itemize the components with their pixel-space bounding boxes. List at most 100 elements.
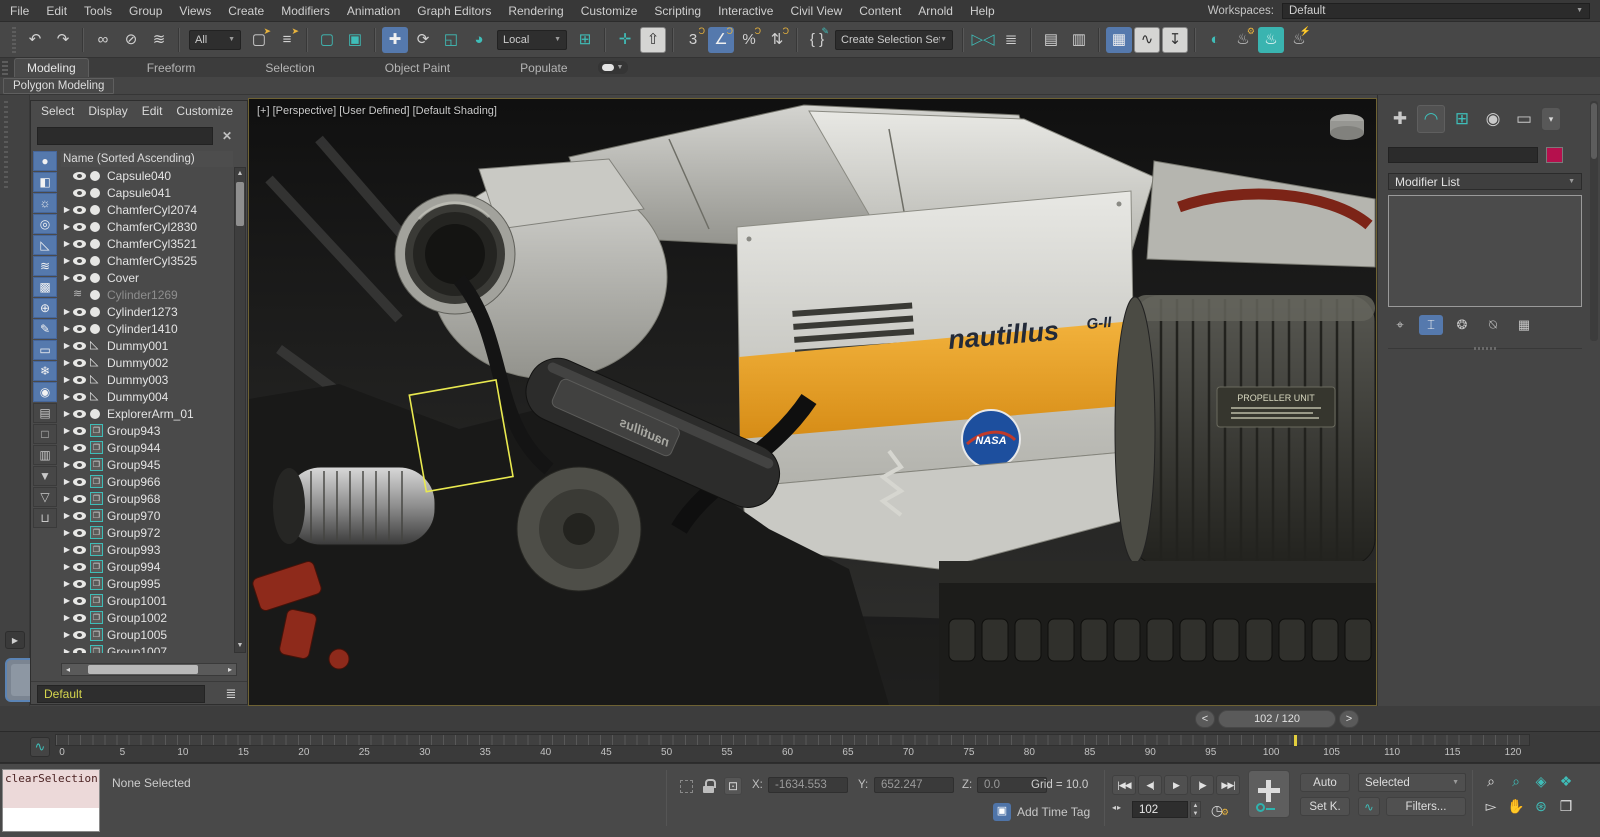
expand-arrow-icon[interactable]: ▶ [61,222,73,231]
visibility-eye-icon[interactable] [73,580,86,588]
object-list-item[interactable]: ▶❐Group943 [61,422,233,439]
field-of-view-button[interactable]: ▻ [1480,795,1502,817]
menu-edit[interactable]: Edit [46,4,67,18]
named-selection-set-dropdown[interactable]: Create Selection Set▼ [835,30,953,50]
tab-object-paint[interactable]: Object Paint [373,59,462,77]
key-filters-curve-button[interactable]: ∿ [1358,797,1380,816]
select-and-place-button[interactable]: ◕ [466,27,492,53]
expand-arrow-icon[interactable]: ▶ [61,273,73,282]
explorer-menu-edit[interactable]: Edit [142,104,163,118]
visibility-eye-icon[interactable] [73,546,86,554]
timeline-ruler[interactable]: 0510152025303540455055606570758085909510… [55,734,1530,762]
select-and-scale-button[interactable]: ◱ [438,27,464,53]
visibility-eye-icon[interactable] [73,461,86,469]
menu-arnold[interactable]: Arnold [918,4,953,18]
menu-help[interactable]: Help [970,4,995,18]
filter-groups-icon[interactable]: ▩ [33,277,57,297]
object-list-item[interactable]: ▶◺Dummy004 [61,388,233,405]
visibility-eye-icon[interactable] [73,631,86,639]
search-input[interactable] [37,127,213,145]
visibility-eye-icon[interactable] [73,342,86,350]
expand-arrow-icon[interactable]: ▶ [61,562,73,571]
expand-arrow-icon[interactable]: ▶ [61,494,73,503]
filter-helpers-icon[interactable]: ◺ [33,235,57,255]
visibility-eye-icon[interactable] [73,206,86,214]
time-tag-cube-icon[interactable]: ▣ [993,803,1011,821]
object-list-item[interactable]: ▶ChamferCyl2074 [61,201,233,218]
horizontal-scrollbar[interactable]: ◂ ▸ [61,663,237,676]
tab-modeling[interactable]: Modeling [14,58,89,77]
object-list-item[interactable]: Capsule040 [61,167,233,184]
hierarchy-tab[interactable]: ⊞ [1448,105,1476,133]
rectangular-selection-region-button[interactable]: ▢ [314,27,340,53]
expand-arrow-icon[interactable]: ▶ [61,307,73,316]
menu-content[interactable]: Content [859,4,901,18]
display-list-options-icon[interactable]: ▤ [33,403,57,423]
visibility-eye-icon[interactable] [73,189,86,197]
filter-frozen-icon[interactable]: ❄ [33,361,57,381]
menu-graph-editors[interactable]: Graph Editors [417,4,491,18]
key-filters-button[interactable]: Filters... [1386,797,1466,816]
menu-modifiers[interactable]: Modifiers [281,4,330,18]
filter-shapes-icon[interactable]: ◧ [33,172,57,192]
expand-arrow-icon[interactable]: ▶ [61,392,73,401]
expand-arrow-icon[interactable]: ▶ [61,545,73,554]
expand-arrow-icon[interactable]: ▶ [61,341,73,350]
snaps-toggle-button[interactable]: 3Ɔ [680,27,706,53]
select-by-name-button[interactable]: ≡➤ [274,27,300,53]
visibility-eye-icon[interactable] [73,427,86,435]
object-list-item[interactable]: ▶❐Group994 [61,558,233,575]
expand-arrow-icon[interactable]: ▶ [61,426,73,435]
render-production-button[interactable]: ♨⚡ [1286,27,1312,53]
object-list-item[interactable]: ▶❐Group1007 [61,643,233,653]
object-list-item[interactable]: ▶ExplorerArm_01 [61,405,233,422]
object-list-item[interactable]: ▶❐Group995 [61,575,233,592]
expand-arrow-icon[interactable]: ▶ [61,511,73,520]
explorer-menu-customize[interactable]: Customize [176,104,233,118]
scroll-up-icon[interactable]: ▲ [235,168,245,180]
filter-custom-icon[interactable]: ▽ [33,487,57,507]
menu-group[interactable]: Group [129,4,162,18]
modifier-stack[interactable] [1388,195,1582,307]
expand-arrow-icon[interactable]: ▶ [61,528,73,537]
object-list-item[interactable]: ▶Cover [61,269,233,286]
object-list-item[interactable]: ▶◺Dummy002 [61,354,233,371]
frame-spinner[interactable]: ▲▼ [1190,801,1201,818]
tab-populate[interactable]: Populate [508,59,579,77]
visibility-eye-icon[interactable] [73,444,86,452]
redo-button[interactable]: ↷ [50,27,76,53]
menu-customize[interactable]: Customize [581,4,638,18]
object-list-item[interactable]: ▶◺Dummy001 [61,337,233,354]
explorer-menu-display[interactable]: Display [88,104,127,118]
layers-icon[interactable]: ≣ [221,685,241,703]
tab-selection[interactable]: Selection [253,59,326,77]
filter-geometry-icon[interactable]: ● [33,151,57,171]
filter-containers-icon[interactable]: ▭ [33,340,57,360]
render-setup-button[interactable]: ♨⚙ [1230,27,1256,53]
scrollbar-thumb[interactable] [236,182,244,226]
toggle-scene-explorer-button[interactable]: ▤ [1038,27,1064,53]
menu-civil-view[interactable]: Civil View [790,4,842,18]
filter-space-warps-icon[interactable]: ≋ [33,256,57,276]
menu-rendering[interactable]: Rendering [508,4,563,18]
object-list-item[interactable]: ▶ChamferCyl2830 [61,218,233,235]
selection-filter-dropdown[interactable]: All▼ [189,30,241,50]
show-end-result-button[interactable]: ⌶ [1419,315,1443,335]
expand-arrow-icon[interactable]: ▶ [61,647,73,653]
configure-modifier-sets-button[interactable]: ▦ [1512,315,1536,335]
scrollbar-thumb[interactable] [88,665,198,674]
expand-arrow-icon[interactable]: ▶ [61,477,73,486]
set-keys-button[interactable] [1248,770,1290,818]
bind-to-space-warp-button[interactable]: ≋ [146,27,172,53]
align-button[interactable]: ≣ [998,27,1024,53]
create-tab[interactable]: ✚ [1386,105,1414,133]
vertical-scrollbar[interactable]: ▲ ▼ [234,167,246,653]
object-list-item[interactable]: ▶Cylinder1273 [61,303,233,320]
select-and-rotate-button[interactable]: ⟳ [410,27,436,53]
zoom-button[interactable]: ⌕ [1480,770,1502,792]
zoom-all-button[interactable]: ⌕ [1505,770,1527,792]
pin-stack-button[interactable]: ⌖ [1388,315,1412,335]
expand-arrow-icon[interactable]: ▶ [61,358,73,367]
use-pivot-center-button[interactable]: ⊞ [572,27,598,53]
visibility-eye-icon[interactable] [73,172,86,180]
